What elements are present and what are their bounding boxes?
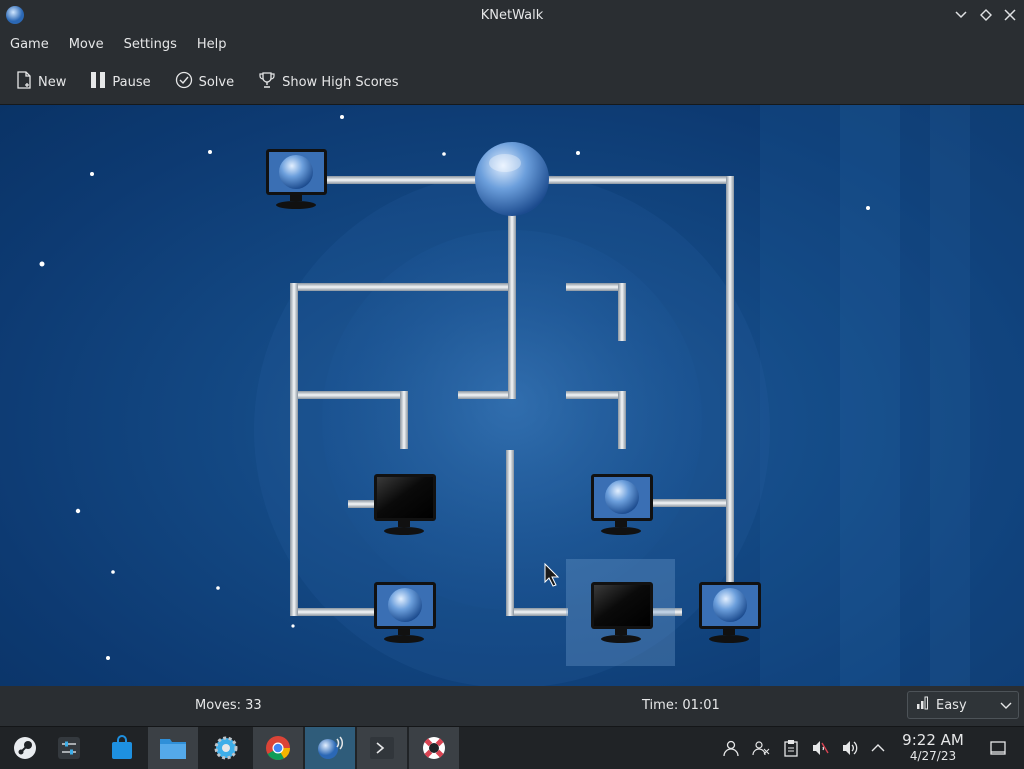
close-icon[interactable]	[1000, 5, 1020, 25]
menu-help[interactable]: Help	[187, 30, 237, 60]
menu-settings[interactable]: Settings	[114, 30, 187, 60]
check-circle-icon	[175, 71, 199, 93]
store-icon[interactable]	[97, 727, 147, 769]
clock-date: 4/27/23	[909, 749, 957, 763]
chevron-down-icon	[1000, 697, 1012, 717]
pause-label: Pause	[112, 74, 151, 90]
server-globe[interactable]	[475, 142, 549, 216]
title-bar: KNetWalk	[0, 0, 1024, 30]
toolbar: New Pause Solve Show High Scores	[0, 60, 1024, 105]
status-bar: Moves: 33 Time: 01:01 Easy	[0, 686, 1024, 726]
show-desktop-icon[interactable]	[987, 737, 1009, 759]
show-high-scores-label: Show High Scores	[282, 74, 399, 90]
settings-icon[interactable]	[201, 727, 251, 769]
users-icon[interactable]	[750, 737, 772, 759]
clock[interactable]: 9:22 AM 4/27/23	[896, 731, 970, 764]
file-manager-icon[interactable]	[148, 727, 198, 769]
menu-bar: Game Move Settings Help	[0, 30, 1024, 60]
new-label: New	[38, 74, 67, 90]
terminal-icon[interactable]	[357, 727, 407, 769]
chevron-up-icon[interactable]	[867, 737, 889, 759]
pause-icon	[90, 71, 112, 93]
solve-button[interactable]: Solve	[167, 66, 243, 98]
chevron-down-icon[interactable]	[951, 5, 971, 25]
time-counter: Time: 01:01	[642, 698, 720, 713]
new-document-icon	[16, 71, 38, 93]
diamond-icon[interactable]	[976, 5, 996, 25]
show-high-scores-button[interactable]: Show High Scores	[250, 66, 406, 98]
menu-game[interactable]: Game	[0, 30, 59, 60]
moves-counter: Moves: 33	[195, 698, 262, 713]
menu-move[interactable]: Move	[59, 30, 114, 60]
knetwalk-icon[interactable]	[305, 727, 355, 769]
chrome-icon[interactable]	[253, 727, 303, 769]
volume-muted-icon[interactable]	[809, 737, 831, 759]
globe-icon	[4, 4, 26, 26]
trophy-icon	[258, 71, 282, 93]
signal-bars-icon	[916, 696, 930, 714]
game-board[interactable]	[0, 105, 1024, 686]
clock-time: 9:22 AM	[902, 731, 964, 749]
new-button[interactable]: New	[8, 66, 74, 98]
volume-icon[interactable]	[839, 737, 861, 759]
user-icon[interactable]	[720, 737, 742, 759]
window-title: KNetWalk	[480, 7, 544, 23]
lifebuoy-icon[interactable]	[409, 727, 459, 769]
difficulty-select[interactable]: Easy	[907, 691, 1019, 719]
taskbar: 9:22 AM 4/27/23	[0, 726, 1024, 769]
difficulty-value: Easy	[936, 697, 967, 713]
steam-icon[interactable]	[0, 727, 50, 769]
computer-connected-bottom-right[interactable]	[699, 582, 761, 643]
computer-connected-top-left[interactable]	[266, 149, 327, 209]
solve-label: Solve	[198, 74, 235, 90]
pause-button[interactable]: Pause	[82, 66, 158, 98]
mixer-icon[interactable]	[44, 727, 94, 769]
clipboard-icon[interactable]	[780, 737, 802, 759]
